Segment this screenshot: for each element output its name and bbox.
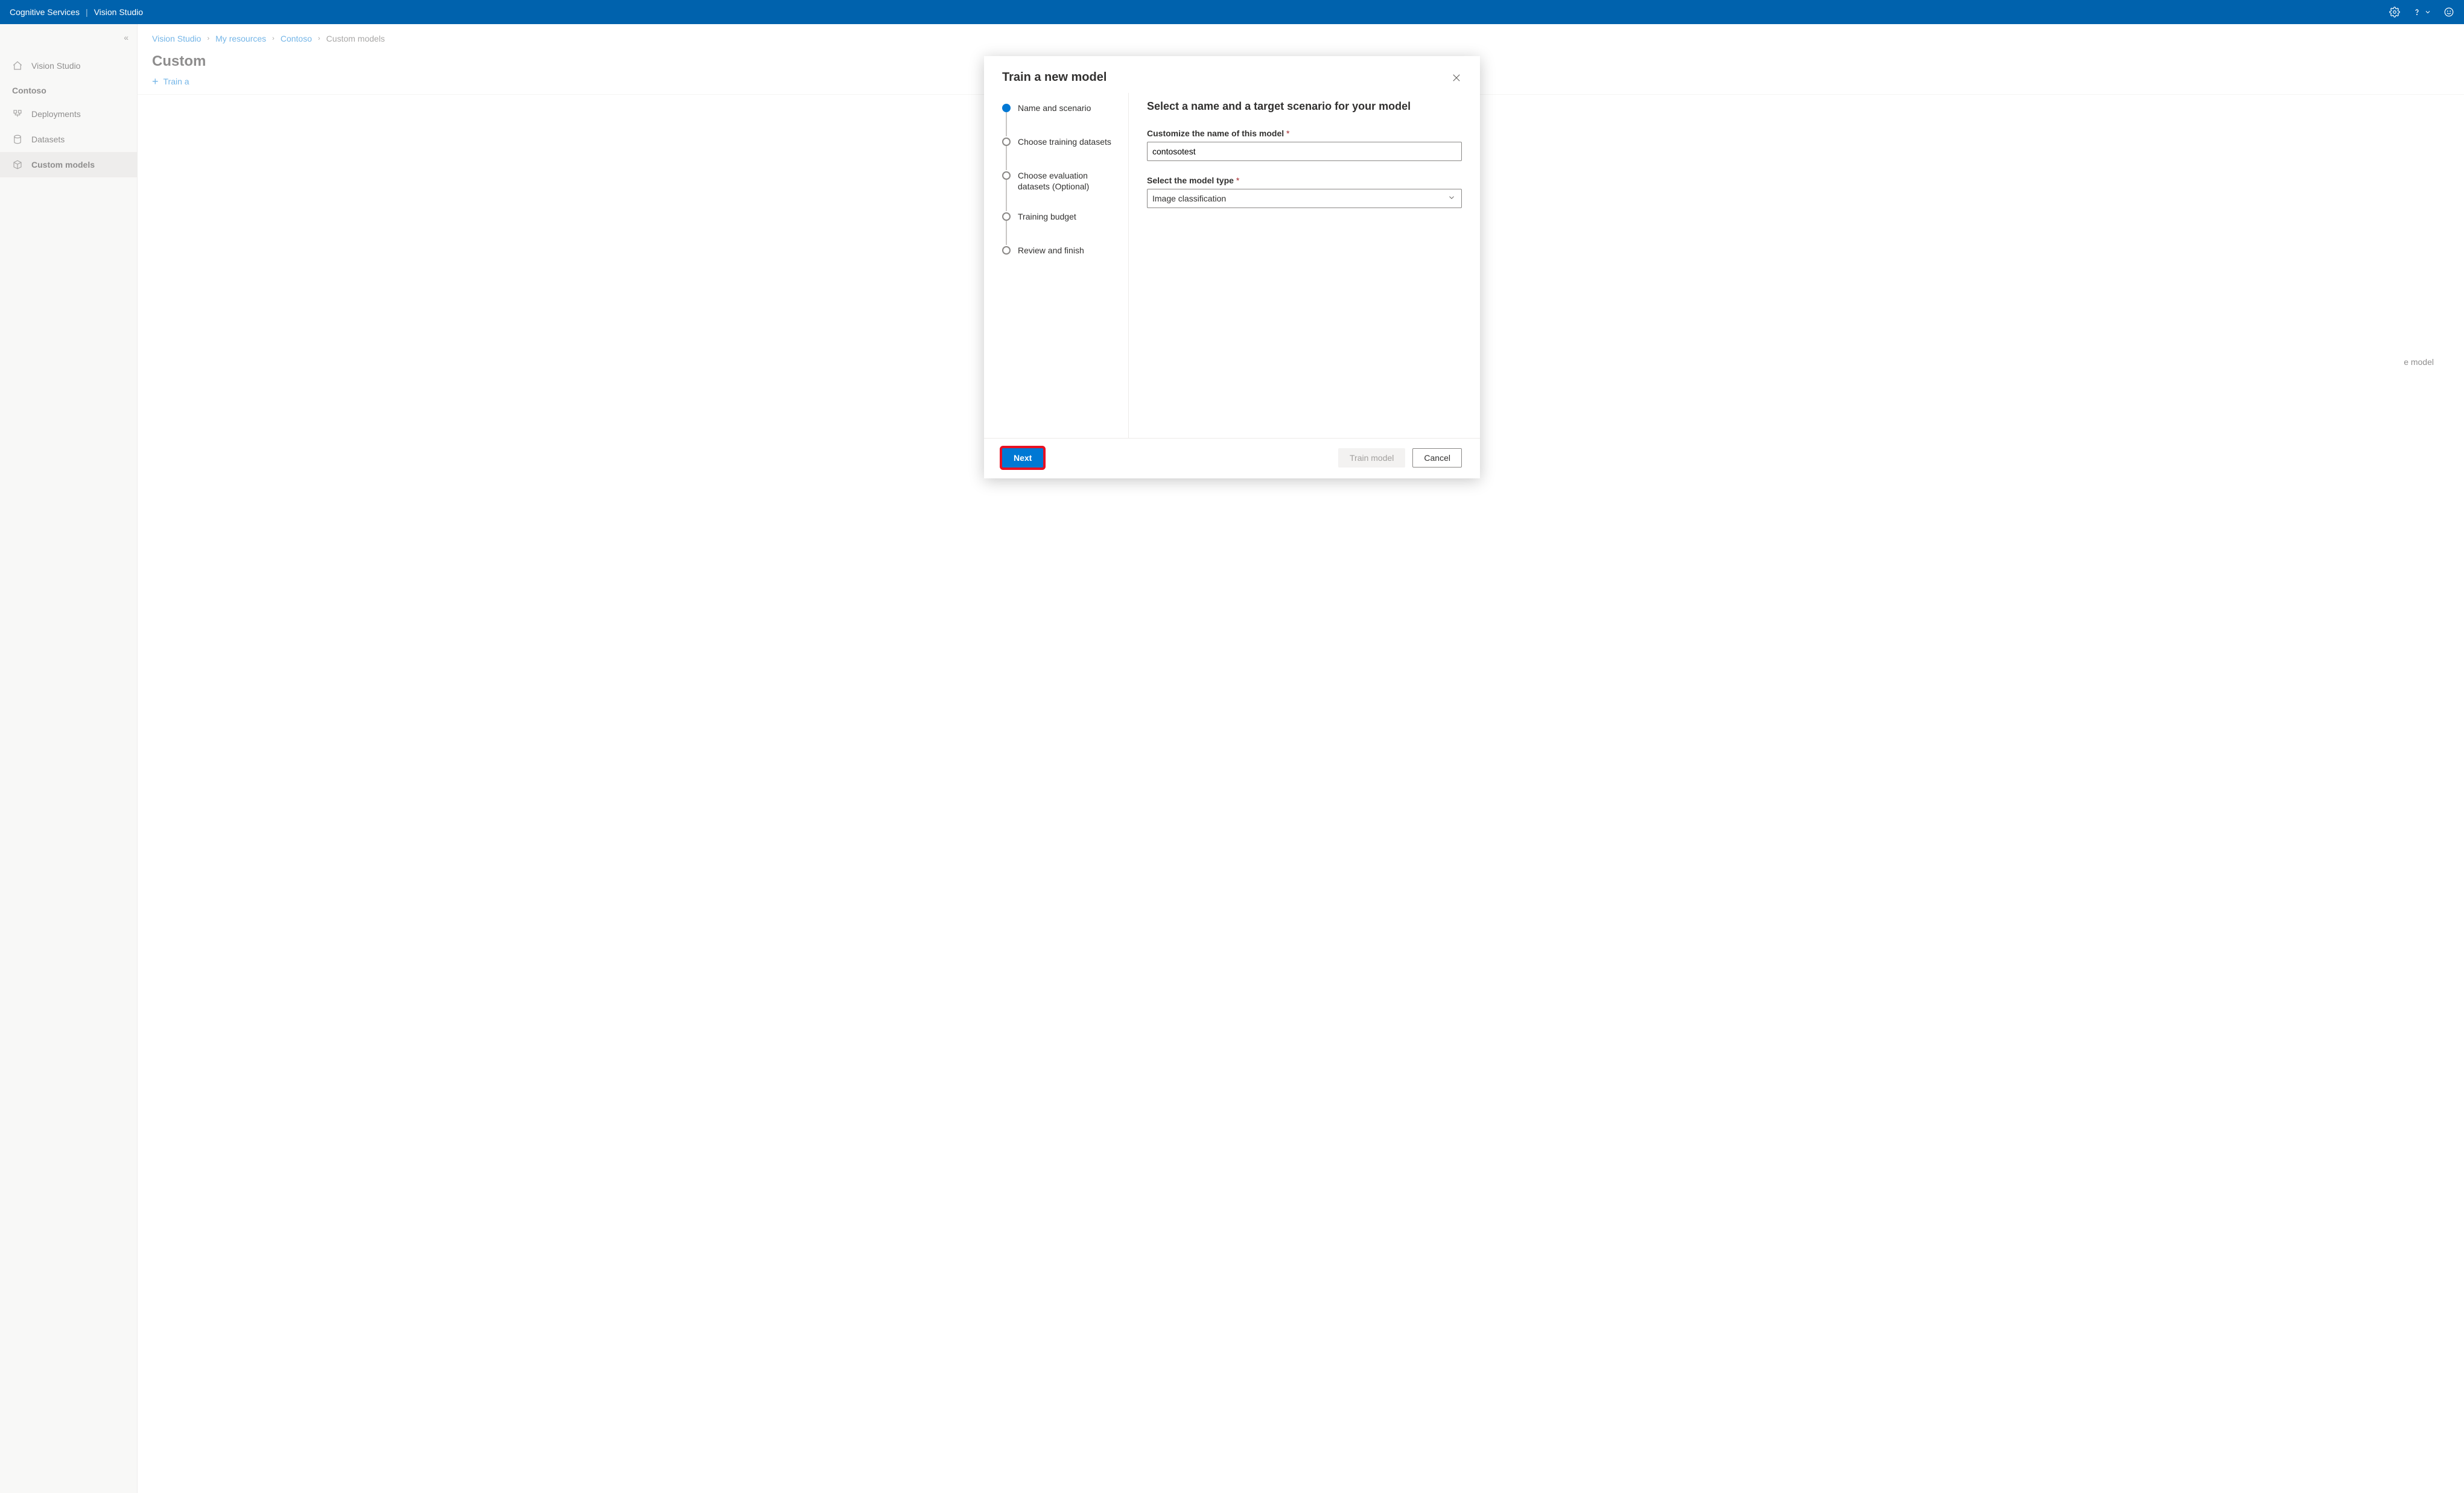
settings-gear-icon[interactable]	[2389, 7, 2400, 17]
header-divider: |	[86, 7, 88, 17]
dialog-header: Train a new model	[984, 56, 1480, 84]
wizard-form: Select a name and a target scenario for …	[1129, 93, 1462, 438]
model-type-label: Select the model type *	[1147, 176, 1462, 185]
header-right	[2389, 7, 2454, 17]
wizard-step-evaluation-datasets[interactable]: Choose evaluation datasets (Optional)	[1002, 170, 1116, 211]
step-connector	[1006, 221, 1007, 245]
model-name-label-text: Customize the name of this model	[1147, 128, 1284, 138]
wizard-step-training-budget[interactable]: Training budget	[1002, 211, 1116, 245]
feedback-smile-icon[interactable]	[2443, 7, 2454, 17]
dialog-title: Train a new model	[1002, 71, 1107, 84]
wizard-step-review-finish[interactable]: Review and finish	[1002, 245, 1116, 258]
top-header: Cognitive Services | Vision Studio	[0, 0, 2464, 24]
wizard-step-label: Review and finish	[1018, 245, 1084, 258]
help-icon[interactable]	[2412, 7, 2431, 17]
wizard-step-label: Name and scenario	[1018, 103, 1091, 116]
wizard-step-label: Choose evaluation datasets (Optional)	[1018, 170, 1116, 194]
next-button[interactable]: Next	[1002, 448, 1043, 468]
model-type-value: Image classification	[1147, 189, 1462, 208]
step-connector	[1006, 112, 1007, 136]
wizard-step-label: Training budget	[1018, 211, 1076, 224]
header-app-name[interactable]: Vision Studio	[94, 7, 143, 17]
step-marker-icon	[1002, 104, 1011, 112]
step-marker-icon	[1002, 212, 1011, 221]
form-heading: Select a name and a target scenario for …	[1147, 100, 1462, 113]
step-marker-icon	[1002, 171, 1011, 180]
model-name-input[interactable]	[1147, 142, 1462, 161]
train-model-button: Train model	[1338, 448, 1405, 468]
header-left: Cognitive Services | Vision Studio	[10, 7, 143, 17]
model-name-label: Customize the name of this model *	[1147, 128, 1462, 138]
header-service-name[interactable]: Cognitive Services	[10, 7, 80, 17]
required-asterisk: *	[1286, 128, 1289, 138]
train-model-dialog: Train a new model Name and scenario	[984, 56, 1480, 478]
wizard-step-training-datasets[interactable]: Choose training datasets	[1002, 136, 1116, 170]
cancel-button[interactable]: Cancel	[1412, 448, 1462, 468]
step-connector	[1006, 146, 1007, 170]
wizard-step-name-scenario[interactable]: Name and scenario	[1002, 103, 1116, 136]
model-type-select[interactable]: Image classification	[1147, 189, 1462, 208]
wizard-step-label: Choose training datasets	[1018, 136, 1111, 150]
close-icon[interactable]	[1451, 72, 1462, 83]
modal-overlay: Train a new model Name and scenario	[0, 24, 2464, 1493]
required-asterisk: *	[1236, 176, 1239, 185]
model-type-label-text: Select the model type	[1147, 176, 1234, 185]
step-marker-icon	[1002, 138, 1011, 146]
step-connector	[1006, 180, 1007, 211]
dialog-footer: Next Train model Cancel	[984, 438, 1480, 478]
wizard-step-list: Name and scenario Choose training datase…	[1002, 93, 1129, 438]
chevron-down-icon	[2424, 8, 2431, 16]
step-marker-icon	[1002, 246, 1011, 255]
